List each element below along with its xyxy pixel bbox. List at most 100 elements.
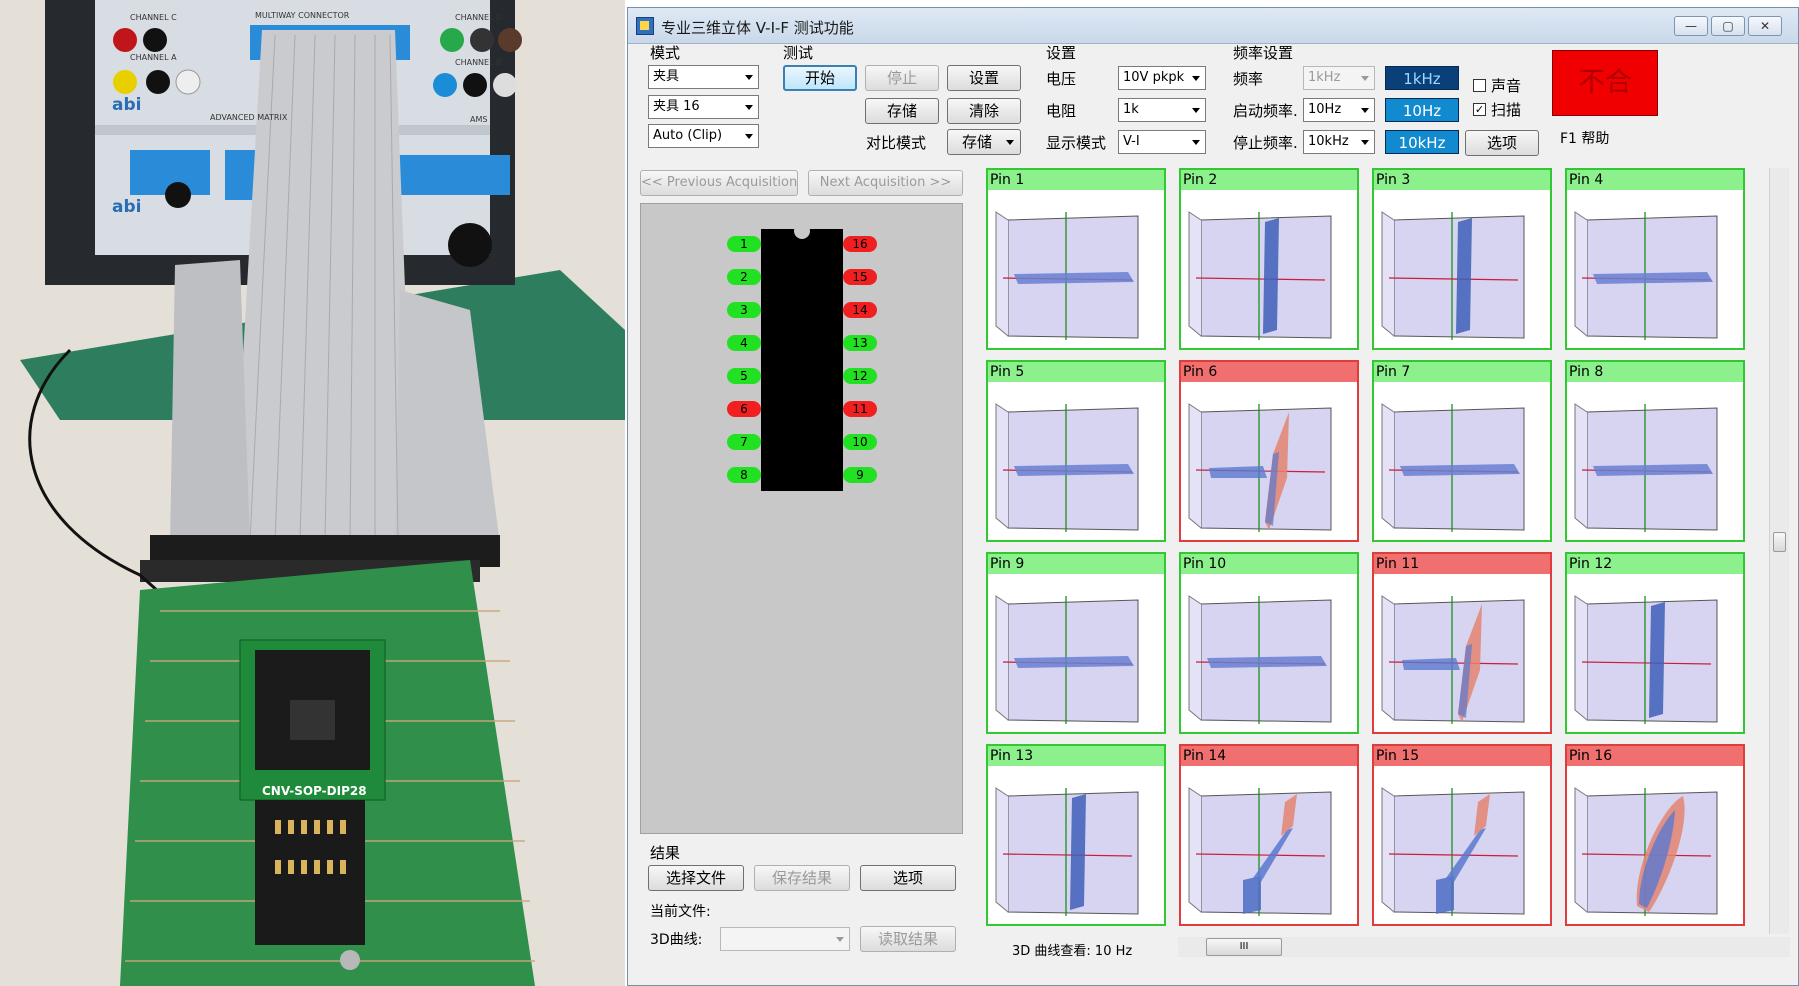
compare-mode-select[interactable]: 存储 xyxy=(947,129,1021,155)
horizontal-scroll-thumb[interactable]: III xyxy=(1206,938,1282,956)
pin-curve-plot xyxy=(1381,787,1525,916)
pin-cell-label: Pin 14 xyxy=(1181,746,1357,766)
pin-cell-label: Pin 2 xyxy=(1181,170,1357,190)
frequency-group-label: 频率设置 xyxy=(1233,44,1294,62)
pin-curve-cell[interactable]: Pin 11 xyxy=(1372,552,1552,734)
chip-pin-13[interactable]: 13 xyxy=(843,335,877,351)
display-mode-label: 显示模式 xyxy=(1046,134,1107,152)
select-file-button[interactable]: 选择文件 xyxy=(648,865,744,891)
pin-curve-cell[interactable]: Pin 13 xyxy=(986,744,1166,926)
next-acquisition-button[interactable]: Next Acquisition >> xyxy=(808,170,963,196)
pin-curve-cell[interactable]: Pin 16 xyxy=(1565,744,1745,926)
scan-label: 扫描 xyxy=(1491,101,1522,119)
svg-text:abi: abi xyxy=(112,95,141,115)
chip-pin-10[interactable]: 10 xyxy=(843,434,877,450)
chip-diagram-panel: 12345678 16 15 14 13 12 11 10 9 xyxy=(640,203,963,834)
previous-acquisition-button[interactable]: << Previous Acquisition xyxy=(640,170,798,196)
curve-select[interactable] xyxy=(720,927,850,951)
voltage-select[interactable]: 10V pkpk xyxy=(1118,66,1206,90)
sound-checkbox[interactable] xyxy=(1473,79,1486,92)
results-group-label: 结果 xyxy=(650,844,681,862)
pin-curve-cell[interactable]: Pin 8 xyxy=(1565,360,1745,542)
results-options-button[interactable]: 选项 xyxy=(860,865,956,891)
adapter-label: CNV-SOP-DIP28 xyxy=(262,784,367,798)
pin-curve-cell[interactable]: Pin 10 xyxy=(1179,552,1359,734)
pin-curve-plot xyxy=(1188,403,1332,532)
fixture-size-select-value: 夹具 16 xyxy=(653,99,700,114)
display-mode-select[interactable]: V-I xyxy=(1118,130,1206,154)
fixture-select[interactable]: 夹具 xyxy=(648,65,759,89)
save-result-button[interactable]: 保存结果 xyxy=(754,865,850,891)
pin-curve-cell[interactable]: Pin 4 xyxy=(1565,168,1745,350)
mode-group-label: 模式 xyxy=(650,44,681,62)
chip-pin-14[interactable]: 14 xyxy=(843,302,877,318)
resistance-select[interactable]: 1k xyxy=(1118,98,1206,122)
chip-pin-16[interactable]: 16 xyxy=(843,236,877,252)
pin-curve-cell[interactable]: Pin 7 xyxy=(1372,360,1552,542)
display-mode-select-value: V-I xyxy=(1123,134,1140,149)
stop-frequency-select[interactable]: 10kHz xyxy=(1303,130,1375,154)
board-label: CHANNEL C xyxy=(130,13,177,22)
settings-group-label: 设置 xyxy=(1046,44,1077,62)
save-button[interactable]: 存储 xyxy=(865,98,939,124)
pin-curve-cell[interactable]: Pin 1 xyxy=(986,168,1166,350)
test-group-label: 测试 xyxy=(783,44,814,62)
pin-curve-cell[interactable]: Pin 15 xyxy=(1372,744,1552,926)
pin-curve-plot xyxy=(1381,211,1525,340)
start-frequency-select[interactable]: 10Hz xyxy=(1303,98,1375,122)
settings-button[interactable]: 设置 xyxy=(947,65,1021,91)
scan-checkbox[interactable]: ✓ xyxy=(1473,103,1486,116)
pin-curve-plot xyxy=(995,403,1139,532)
pin-curve-cell[interactable]: Pin 3 xyxy=(1372,168,1552,350)
ic-chip-body xyxy=(761,229,843,491)
chip-pin-8[interactable]: 8 xyxy=(727,467,761,483)
fixture-size-select[interactable]: 夹具 16 xyxy=(648,95,759,119)
compare-mode-value: 存储 xyxy=(961,133,992,151)
pin-cell-label: Pin 15 xyxy=(1374,746,1550,766)
chip-pin-15[interactable]: 15 xyxy=(843,269,877,285)
chip-pin-3[interactable]: 3 xyxy=(727,302,761,318)
chip-pin-5[interactable]: 5 xyxy=(727,368,761,384)
pin-cell-label: Pin 16 xyxy=(1567,746,1743,766)
stop-frequency-select-value: 10kHz xyxy=(1308,134,1349,149)
resistance-select-value: 1k xyxy=(1123,102,1139,117)
hardware-photo-drawing: abi abi CNV-SOP-DIP28 CHANNEL C CHANNEL … xyxy=(0,0,625,986)
chip-pin-1[interactable]: 1 xyxy=(727,236,761,252)
maximize-button[interactable]: ▢ xyxy=(1711,16,1745,36)
pin-curve-cell[interactable]: Pin 12 xyxy=(1565,552,1745,734)
pin-curve-cell[interactable]: Pin 5 xyxy=(986,360,1166,542)
pin-curve-plot xyxy=(995,211,1139,340)
pin-cell-label: Pin 6 xyxy=(1181,362,1357,382)
pin-cell-label: Pin 5 xyxy=(988,362,1164,382)
pin-curve-cell[interactable]: Pin 2 xyxy=(1179,168,1359,350)
chip-pin-9[interactable]: 9 xyxy=(843,467,877,483)
chip-pin-6[interactable]: 6 xyxy=(727,401,761,417)
vertical-scroll-thumb[interactable] xyxy=(1773,532,1786,552)
minimize-button[interactable]: — xyxy=(1674,16,1708,36)
current-file-label: 当前文件: xyxy=(650,904,711,920)
read-result-button[interactable]: 读取结果 xyxy=(860,926,956,952)
pin-curve-cell[interactable]: Pin 6 xyxy=(1179,360,1359,542)
pin-cell-label: Pin 9 xyxy=(988,554,1164,574)
vertical-scrollbar[interactable] xyxy=(1769,168,1789,934)
chip-pin-2[interactable]: 2 xyxy=(727,269,761,285)
chip-pin-4[interactable]: 4 xyxy=(727,335,761,351)
close-button[interactable]: ✕ xyxy=(1748,16,1782,36)
pin-curve-cell[interactable]: Pin 14 xyxy=(1179,744,1359,926)
horizontal-scrollbar[interactable]: III xyxy=(1178,937,1790,957)
sound-label: 声音 xyxy=(1491,77,1522,95)
chip-pin-7[interactable]: 7 xyxy=(727,434,761,450)
chip-pin-12[interactable]: 12 xyxy=(843,368,877,384)
chevron-down-icon xyxy=(1192,140,1200,145)
chevron-down-icon xyxy=(1192,108,1200,113)
chip-pin-11[interactable]: 11 xyxy=(843,401,877,417)
clip-mode-select[interactable]: Auto (Clip) xyxy=(648,124,759,148)
pin-curve-plot xyxy=(1574,211,1718,340)
vif-test-window: 专业三维立体 V-I-F 测试功能 — ▢ ✕ 模式 夹具 夹具 16 Auto… xyxy=(627,7,1799,986)
stop-button[interactable]: 停止 xyxy=(865,65,939,91)
start-button[interactable]: 开始 xyxy=(783,65,857,91)
frequency-options-button[interactable]: 选项 xyxy=(1465,130,1539,156)
pin-curve-cell[interactable]: Pin 9 xyxy=(986,552,1166,734)
clear-button[interactable]: 清除 xyxy=(947,98,1021,124)
frequency-select[interactable]: 1kHz xyxy=(1303,66,1375,90)
